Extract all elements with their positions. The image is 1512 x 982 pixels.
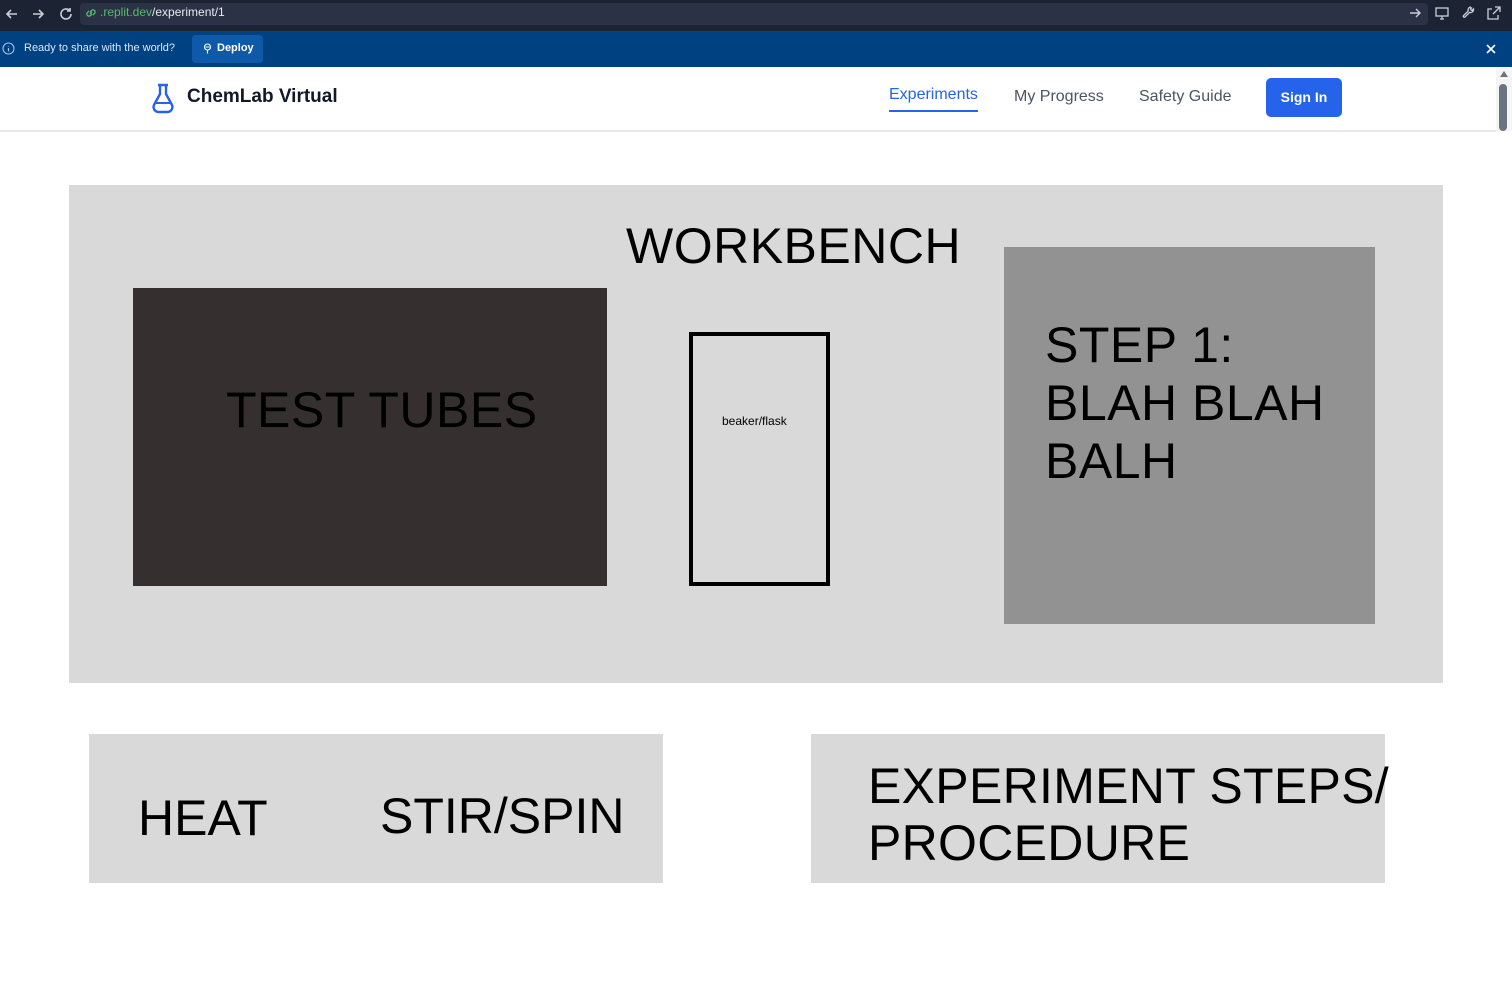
scroll-up-arrow-icon[interactable] (1499, 70, 1509, 78)
flask-icon (152, 83, 174, 114)
url-path: /experiment/1 (152, 5, 225, 19)
heat-control[interactable]: HEAT (138, 789, 268, 847)
procedure-line-2: PROCEDURE (868, 815, 1191, 871)
wrench-icon[interactable] (1461, 5, 1477, 21)
url-host: .replit.dev (100, 5, 153, 19)
workbench-title: WORKBENCH (626, 218, 962, 274)
address-url[interactable]: .replit.dev/experiment/1 (100, 5, 225, 19)
sign-in-button[interactable]: Sign In (1266, 78, 1342, 117)
forward-arrow-icon[interactable] (29, 5, 47, 23)
beaker-flask-label: beaker/flask (722, 414, 787, 428)
nav-experiments[interactable]: Experiments (889, 86, 978, 112)
external-link-icon[interactable] (1486, 5, 1502, 21)
link-icon (86, 9, 96, 17)
deploy-icon (203, 43, 212, 54)
arrow-right-icon[interactable] (1407, 5, 1423, 21)
banner-message: Ready to share with the world? (24, 42, 176, 54)
step-line-1: STEP 1: (1045, 317, 1234, 373)
beaker-flask-slot[interactable] (689, 332, 830, 586)
deploy-button-label: Deploy (217, 42, 254, 54)
scrollbar-thumb[interactable] (1499, 84, 1507, 131)
nav-safety-guide[interactable]: Safety Guide (1139, 88, 1232, 106)
back-arrow-icon[interactable] (3, 5, 21, 23)
step-line-3: BALH (1045, 433, 1178, 489)
close-icon[interactable] (1484, 42, 1498, 56)
monitor-icon[interactable] (1434, 5, 1450, 21)
step-line-2: BLAH BLAH (1045, 375, 1325, 431)
deploy-button[interactable]: Deploy (192, 35, 263, 63)
address-bar[interactable] (80, 3, 1428, 25)
stir-spin-control[interactable]: STIR/SPIN (380, 787, 624, 845)
brand-name[interactable]: ChemLab Virtual (187, 86, 338, 108)
nav-my-progress[interactable]: My Progress (1014, 88, 1104, 106)
info-icon (2, 42, 15, 55)
reload-icon[interactable] (57, 5, 75, 23)
test-tubes-label: TEST TUBES (226, 382, 538, 438)
procedure-line-1: EXPERIMENT STEPS/ (868, 758, 1389, 814)
